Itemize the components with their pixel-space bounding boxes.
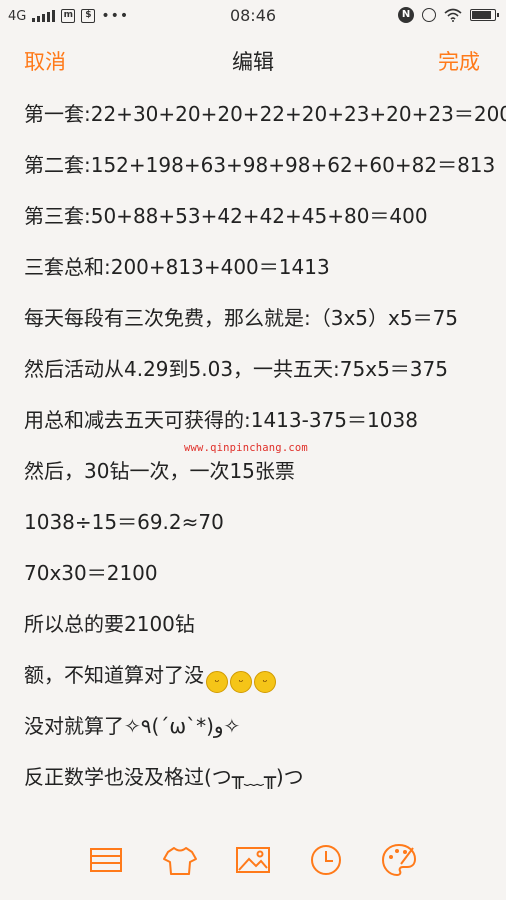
image-icon[interactable] <box>233 840 273 880</box>
note-line: 70x30＝2100 <box>24 561 158 585</box>
done-button[interactable]: 完成 <box>438 46 480 76</box>
alarm-icon <box>422 8 436 22</box>
note-line: 每天每段有三次免费，那么就是:（3x5）x5＝75 <box>24 306 459 330</box>
n-icon: N <box>398 7 414 23</box>
bottom-toolbar <box>0 820 506 900</box>
grin-emoji-icon: ᵕ <box>254 671 276 693</box>
clock-icon[interactable] <box>306 840 346 880</box>
note-line-text: 额，不知道算对了没 <box>24 663 204 687</box>
list-icon[interactable] <box>86 840 126 880</box>
status-right: N <box>398 7 499 23</box>
note-line: 第二套:152+198+63+98+98+62+60+82＝813 <box>24 153 496 177</box>
note-line: 1038÷15＝69.2≈70 <box>24 510 224 534</box>
battery-icon <box>470 9 499 21</box>
watermark: www.qinpinchang.com <box>184 442 308 454</box>
status-bar: 4G m $ ••• 08:46 N <box>0 0 506 32</box>
note-line: 没对就算了✧٩(ˊωˋ*)و✧ <box>24 714 241 738</box>
note-line: 第三套:50+88+53+42+42+45+80＝400 <box>24 204 428 228</box>
note-line: 然后，30钻一次，一次15张票 <box>24 459 295 483</box>
note-line: 然后活动从4.29到5.03，一共五天:75x5＝375 <box>24 357 448 381</box>
note-line: 反正数学也没及格过(つ╥﹏╥)つ <box>24 765 304 789</box>
shirt-icon[interactable] <box>160 840 200 880</box>
grin-emoji-icon: ᵕ <box>206 671 228 693</box>
grin-emoji-icon: ᵕ <box>230 671 252 693</box>
wifi-icon <box>444 8 462 22</box>
palette-icon[interactable] <box>379 840 419 880</box>
note-line: 第一套:22+30+20+20+22+20+23+20+23＝200 <box>24 102 506 126</box>
page-title: 编辑 <box>232 50 274 74</box>
editor-header: 取消 编辑 完成 <box>0 32 506 88</box>
note-line: 所以总的要2100钻 <box>24 612 195 636</box>
note-line: 三套总和:200+813+400＝1413 <box>24 255 330 279</box>
note-line-with-emoji: 额，不知道算对了没 ᵕ ᵕ ᵕ <box>24 657 494 708</box>
